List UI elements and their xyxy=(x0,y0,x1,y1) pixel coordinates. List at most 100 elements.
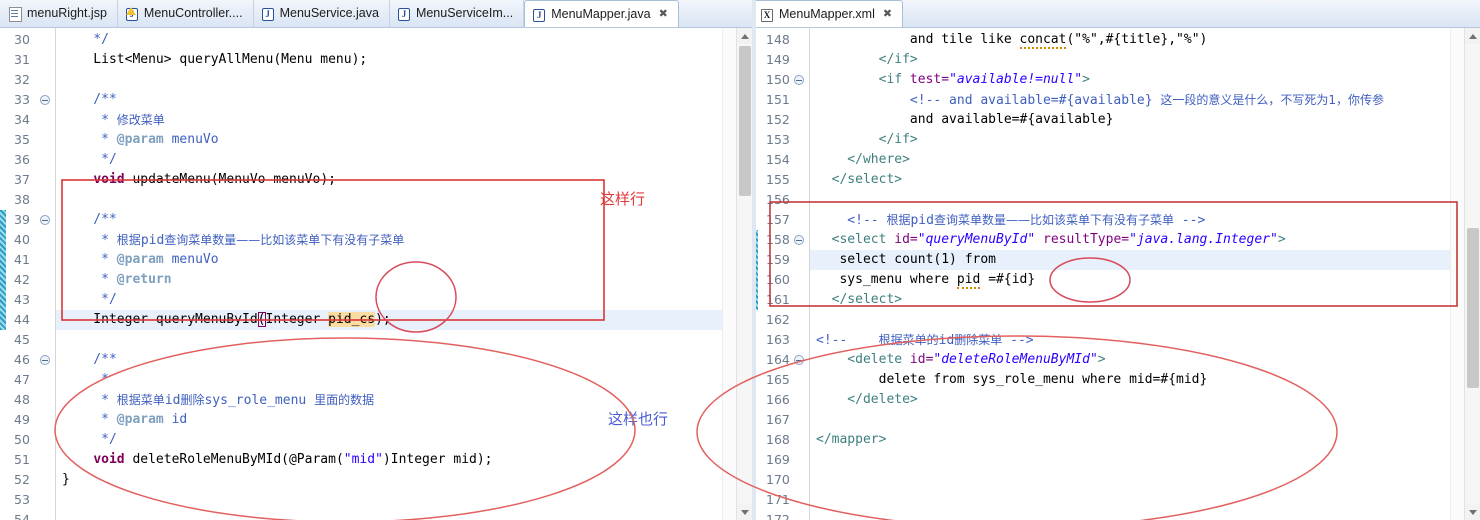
code-line[interactable] xyxy=(810,450,1480,470)
scroll-down-arrow-icon[interactable] xyxy=(737,504,753,520)
code-token: mid xyxy=(453,452,477,467)
code-line[interactable]: <!-- 根据pid查询菜单数量——比如该菜单下有没有子菜单 --> xyxy=(810,210,1480,230)
line-number: 54 xyxy=(14,512,30,520)
code-line[interactable]: </if> xyxy=(810,50,1480,70)
code-line[interactable]: */ xyxy=(56,30,752,50)
code-line[interactable]: * @param menuVo xyxy=(56,130,752,150)
code-line[interactable]: List<Menu> queryAllMenu(Menu menu); xyxy=(56,50,752,70)
code-token: id= xyxy=(909,352,934,367)
code-line[interactable]: * 修改菜单 xyxy=(56,110,752,130)
code-line[interactable]: * xyxy=(56,370,752,390)
code-line[interactable]: </if> xyxy=(810,130,1480,150)
scrollbar-thumb[interactable] xyxy=(739,46,751,196)
vertical-scrollbar-left[interactable] xyxy=(736,28,753,520)
code-line[interactable]: } xyxy=(56,470,752,490)
editor-tab-menucontroller[interactable]: J MenuController.... xyxy=(118,0,254,27)
fold-collapse-icon[interactable] xyxy=(794,75,804,85)
scroll-up-arrow-icon[interactable] xyxy=(737,28,753,44)
close-icon[interactable]: ✖ xyxy=(883,9,892,20)
line-number: 170 xyxy=(766,472,790,487)
code-line[interactable]: and available=#{available} xyxy=(810,110,1480,130)
code-token: void xyxy=(93,172,125,187)
code-area-right[interactable]: 148 149 150 151 152 153 154 155 156 157 158 159 160 1… xyxy=(752,28,1480,520)
editor-tab-menuservice-java[interactable]: J MenuService.java xyxy=(254,0,390,27)
code-line[interactable] xyxy=(810,410,1480,430)
line-number-gutter-right[interactable]: 148 149 150 151 152 153 154 155 156 157 158 159 160 1… xyxy=(752,28,810,520)
editor-tab-menuright-jsp[interactable]: menuRight.jsp xyxy=(0,0,118,27)
code-line[interactable]: and tile like concat("%",#{title},"%") xyxy=(810,30,1480,50)
code-line[interactable]: </where> xyxy=(810,150,1480,170)
fold-collapse-icon[interactable] xyxy=(40,95,50,105)
scrollbar-thumb[interactable] xyxy=(1467,228,1479,388)
code-line[interactable] xyxy=(810,510,1480,520)
code-token: pid xyxy=(910,213,934,228)
fold-collapse-icon[interactable] xyxy=(40,215,50,225)
code-line[interactable] xyxy=(56,510,752,520)
close-icon[interactable]: ✖ xyxy=(659,9,668,20)
editor-tab-menuserviceim[interactable]: J MenuServiceIm... xyxy=(390,0,525,27)
code-line[interactable]: /** xyxy=(56,350,752,370)
code-line[interactable] xyxy=(810,310,1480,330)
code-line[interactable]: */ xyxy=(56,290,752,310)
code-line[interactable]: * @return xyxy=(56,270,752,290)
editor-tab-menumapper-xml[interactable]: X MenuMapper.xml ✖ xyxy=(752,0,904,27)
code-line[interactable] xyxy=(56,70,752,90)
code-pane-left[interactable]: */ List<Menu> queryAllMenu(Menu menu); /… xyxy=(56,28,752,520)
eclipse-workbench: menuRight.jsp J MenuController.... J MenuSer… xyxy=(0,0,1480,520)
code-line[interactable]: </mapper> xyxy=(810,430,1480,450)
editor-split-sash[interactable] xyxy=(752,0,756,520)
code-line[interactable]: delete from sys_role_menu where mid=#{mi… xyxy=(810,370,1480,390)
code-line[interactable]: <select id="queryMenuById" resultType="j… xyxy=(810,230,1480,250)
code-line[interactable]: </select> xyxy=(810,290,1480,310)
code-line[interactable]: </select> xyxy=(810,170,1480,190)
code-line[interactable]: Integer queryMenuById(Integer pid_cs); xyxy=(56,310,752,330)
code-line[interactable]: <!-- and available=#{available} 这一段的意义是什… xyxy=(810,90,1480,110)
editor-tab-menumapper-java[interactable]: J MenuMapper.java ✖ xyxy=(524,0,679,27)
code-line[interactable]: <!-- 根据菜单的id删除菜单 --> xyxy=(810,330,1480,350)
code-line[interactable]: </delete> xyxy=(810,390,1480,410)
code-line[interactable]: */ xyxy=(56,150,752,170)
code-token: </if> xyxy=(816,132,918,147)
line-number: 155 xyxy=(766,172,790,187)
scroll-up-arrow-icon[interactable] xyxy=(1465,28,1480,44)
fold-collapse-icon[interactable] xyxy=(794,355,804,365)
line-number: 41 xyxy=(14,252,30,267)
overview-ruler-right[interactable] xyxy=(1450,28,1464,520)
code-pane-right[interactable]: and tile like concat("%",#{title},"%") <… xyxy=(810,28,1480,520)
code-line[interactable]: <if test="available!=null"> xyxy=(810,70,1480,90)
code-line[interactable] xyxy=(56,490,752,510)
code-line[interactable] xyxy=(810,470,1480,490)
code-token: "java.lang.Integer" xyxy=(1129,232,1278,247)
overview-ruler-left[interactable] xyxy=(722,28,736,520)
editor-tab-bar-right[interactable]: X MenuMapper.xml ✖ xyxy=(752,0,1480,28)
code-token: * xyxy=(62,372,117,387)
code-line[interactable] xyxy=(56,330,752,350)
code-line[interactable]: sys_menu where pid =#{id} xyxy=(810,270,1480,290)
line-number: 148 xyxy=(766,32,790,47)
code-line[interactable]: /** xyxy=(56,210,752,230)
code-line[interactable]: * 根据菜单id删除sys_role_menu 里面的数据 xyxy=(56,390,752,410)
code-line[interactable]: void updateMenu(MenuVo menuVo); xyxy=(56,170,752,190)
scroll-down-arrow-icon[interactable] xyxy=(1465,504,1480,520)
line-number: 153 xyxy=(766,132,790,147)
code-line[interactable] xyxy=(56,190,752,210)
code-line[interactable]: * @param menuVo xyxy=(56,250,752,270)
fold-collapse-icon[interactable] xyxy=(40,355,50,365)
code-line[interactable]: * 根据pid查询菜单数量——比如该菜单下有没有子菜单 xyxy=(56,230,752,250)
fold-collapse-icon[interactable] xyxy=(794,235,804,245)
code-area-left[interactable]: 30 31 32 33 34 35 36 37 38 39 40 41 42 43 44 45 46 47 48 49… xyxy=(0,28,752,520)
code-line[interactable] xyxy=(810,190,1480,210)
code-line[interactable]: select count(1) from xyxy=(810,250,1480,270)
code-line[interactable]: <delete id="deleteRoleMenuByMId"> xyxy=(810,350,1480,370)
code-line[interactable]: */ xyxy=(56,430,752,450)
editor-tab-bar-left[interactable]: menuRight.jsp J MenuController.... J MenuSer… xyxy=(0,0,752,28)
line-number-gutter-left[interactable]: 30 31 32 33 34 35 36 37 38 39 40 41 42 43 44 45 46 47 48 49… xyxy=(0,28,56,520)
vertical-scrollbar-right[interactable] xyxy=(1464,28,1480,520)
code-token: * xyxy=(62,272,117,287)
code-line[interactable] xyxy=(810,490,1480,510)
editor-tab-label: MenuMapper.xml xyxy=(779,7,875,22)
code-line[interactable]: /** xyxy=(56,90,752,110)
code-token: id xyxy=(163,412,188,427)
code-token: */ xyxy=(62,432,117,447)
code-line[interactable]: void deleteRoleMenuByMId(@Param("mid")In… xyxy=(56,450,752,470)
